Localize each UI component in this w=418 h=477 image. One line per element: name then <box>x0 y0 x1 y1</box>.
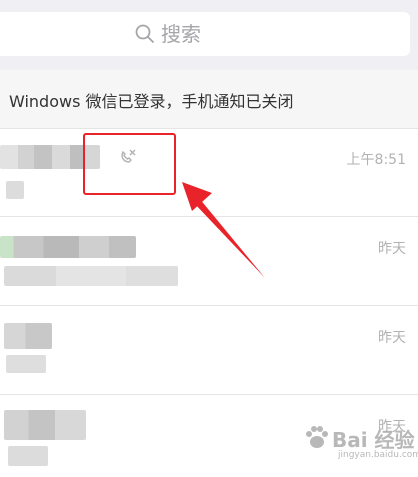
baidu-jingyan-watermark: Bai 经验 jingyan.baidu.com <box>300 418 418 468</box>
search-inner: 搜索 <box>134 21 201 47</box>
chat-preview-blurred <box>6 181 24 199</box>
search-area: 搜索 <box>0 0 418 70</box>
paw-icon <box>306 426 328 448</box>
notice-text: Windows 微信已登录，手机通知已关闭 <box>9 92 294 111</box>
divider <box>0 216 418 217</box>
chat-time: 昨天 <box>378 241 406 257</box>
chat-name-blurred <box>4 410 86 440</box>
search-icon <box>135 24 154 43</box>
chat-preview-blurred <box>6 355 46 373</box>
chat-name-blurred <box>0 236 136 258</box>
chat-preview-blurred <box>8 446 48 466</box>
watermark-brand: Bai 经验 <box>332 428 415 452</box>
chat-item[interactable]: 昨天 <box>0 218 418 306</box>
chat-time: 上午8:51 <box>346 152 406 168</box>
search-box[interactable]: 搜索 <box>0 12 410 56</box>
chat-time: 昨天 <box>378 330 406 346</box>
highlight-box <box>83 133 176 195</box>
divider <box>0 305 418 306</box>
divider <box>0 394 418 395</box>
watermark-url: jingyan.baidu.com <box>338 450 418 460</box>
chat-item[interactable]: 昨天 <box>0 307 418 395</box>
windows-login-notice[interactable]: Windows 微信已登录，手机通知已关闭 <box>0 70 418 129</box>
chat-preview-blurred <box>4 266 178 286</box>
chat-name-blurred <box>4 323 52 349</box>
chat-item[interactable]: 上午8:51 <box>0 129 418 217</box>
search-placeholder: 搜索 <box>161 22 201 46</box>
wechat-chat-list-screen: 搜索 Windows 微信已登录，手机通知已关闭 上午8:51 昨天 昨天 昨天… <box>0 0 418 477</box>
